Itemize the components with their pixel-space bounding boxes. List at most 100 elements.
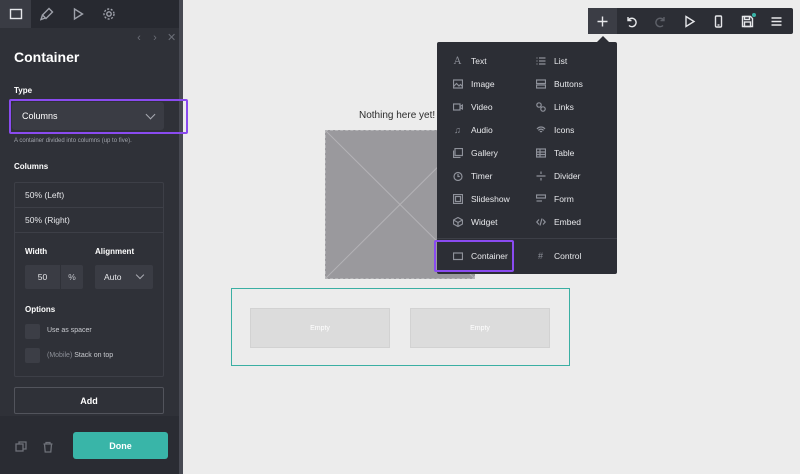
- empty-column-left[interactable]: Empty: [250, 308, 390, 348]
- buttons-icon: [535, 79, 546, 90]
- preview-button[interactable]: [675, 8, 704, 34]
- menu-button[interactable]: [762, 8, 791, 34]
- menu-item-label: Container: [471, 251, 508, 261]
- duplicate-icon[interactable]: [15, 440, 27, 452]
- hash-icon: #: [537, 251, 543, 261]
- image-icon: [452, 79, 463, 90]
- menu-item-widget[interactable]: Widget: [452, 213, 497, 231]
- type-label: Type: [14, 86, 33, 95]
- done-button[interactable]: Done: [73, 432, 168, 459]
- tab-style[interactable]: [31, 0, 62, 28]
- menu-item-label: Buttons: [554, 79, 583, 89]
- menu-item-embed[interactable]: Embed: [535, 213, 581, 231]
- width-label: Width: [25, 247, 48, 256]
- gallery-icon: [452, 148, 463, 159]
- add-column-button[interactable]: Add: [14, 387, 164, 414]
- menu-item-container[interactable]: Container: [452, 247, 508, 265]
- gear-icon: [102, 8, 115, 20]
- undo-button[interactable]: [617, 8, 646, 34]
- column-item-left[interactable]: 50% (Left): [15, 183, 163, 208]
- menu-item-audio[interactable]: ♫ Audio: [452, 121, 493, 139]
- embed-icon: [535, 217, 546, 228]
- trash-icon[interactable]: [42, 440, 54, 453]
- menu-item-label: Links: [554, 102, 574, 112]
- options-label: Options: [25, 305, 56, 314]
- menu-item-gallery[interactable]: Gallery: [452, 144, 498, 162]
- menu-item-list[interactable]: List: [535, 52, 567, 70]
- text-icon: A: [453, 55, 462, 67]
- stack-label-text: Stack on top: [74, 352, 114, 359]
- menu-item-buttons[interactable]: Buttons: [535, 75, 583, 93]
- tab-settings[interactable]: [93, 0, 124, 28]
- menu-item-form[interactable]: Form: [535, 190, 574, 208]
- empty-column-right[interactable]: Empty: [410, 308, 550, 348]
- next-icon[interactable]: ›: [151, 33, 159, 44]
- menu-item-label: Divider: [554, 171, 581, 181]
- form-icon: [535, 194, 546, 205]
- list-icon: [535, 56, 546, 67]
- chevron-down-icon: [135, 270, 145, 280]
- width-unit[interactable]: %: [60, 265, 83, 289]
- audio-icon: ♫: [454, 125, 461, 135]
- menu-item-label: Control: [554, 251, 582, 261]
- stack-label: (Mobile) Stack on top: [47, 352, 113, 359]
- menu-item-label: Embed: [554, 217, 581, 227]
- video-icon: [452, 102, 463, 113]
- menu-item-label: Image: [471, 79, 495, 89]
- spacer-checkbox[interactable]: [25, 324, 40, 339]
- alignment-select[interactable]: Auto: [95, 265, 153, 289]
- menu-item-label: Timer: [471, 171, 493, 181]
- column-item-right[interactable]: 50% (Right): [15, 208, 163, 233]
- container-icon: [452, 251, 463, 262]
- menu-item-icons[interactable]: Icons: [535, 121, 574, 139]
- table-icon: [535, 148, 546, 159]
- preview-icon: [685, 14, 696, 28]
- menu-item-table[interactable]: Table: [535, 144, 574, 162]
- empty-page-message: Nothing here yet! :: [359, 110, 441, 121]
- add-element-button[interactable]: [588, 8, 617, 34]
- brush-icon: [39, 7, 53, 21]
- menu-item-divider[interactable]: Divider: [535, 167, 580, 185]
- mobile-icon: [714, 14, 723, 28]
- stack-checkbox[interactable]: [25, 348, 40, 363]
- close-icon[interactable]: ✕: [167, 33, 176, 44]
- menu-item-label: Form: [554, 194, 574, 204]
- menu-item-label: Gallery: [471, 148, 498, 158]
- tab-preview[interactable]: [62, 0, 93, 28]
- alignment-label: Alignment: [95, 247, 135, 256]
- menu-item-label: Slideshow: [471, 194, 510, 204]
- sidebar-tabs: [0, 0, 179, 28]
- columns-label: Columns: [14, 162, 49, 171]
- menu-divider: [437, 238, 617, 239]
- tab-layout[interactable]: [0, 0, 31, 28]
- prev-icon[interactable]: ‹: [135, 33, 143, 44]
- layout-icon: [9, 8, 22, 20]
- menu-item-text[interactable]: A Text: [452, 52, 487, 70]
- add-element-menu: A Text Image Video ♫ Audio Gallery Timer…: [437, 42, 617, 274]
- width-field[interactable]: 50 %: [25, 265, 83, 289]
- menu-item-label: Audio: [471, 125, 493, 135]
- undo-icon: [627, 16, 637, 27]
- mobile-view-button[interactable]: [704, 8, 733, 34]
- save-button[interactable]: [733, 8, 762, 34]
- unsaved-indicator: [752, 13, 756, 17]
- type-select[interactable]: Columns: [12, 102, 164, 130]
- menu-item-label: Text: [471, 56, 487, 66]
- menu-item-links[interactable]: Links: [535, 98, 574, 116]
- redo-button[interactable]: [646, 8, 675, 34]
- menu-item-image[interactable]: Image: [452, 75, 495, 93]
- menu-item-timer[interactable]: Timer: [452, 167, 492, 185]
- menu-item-label: Video: [471, 102, 493, 112]
- columns-container[interactable]: Empty Empty: [231, 288, 570, 366]
- sidebar-scrollbar[interactable]: [179, 0, 183, 474]
- menu-item-label: List: [554, 56, 568, 66]
- menu-item-video[interactable]: Video: [452, 98, 493, 116]
- menu-item-control[interactable]: # Control: [535, 247, 581, 265]
- spacer-label: Use as spacer: [47, 327, 92, 334]
- menu-icon: [771, 16, 782, 26]
- width-value[interactable]: 50: [25, 265, 60, 289]
- menu-item-slideshow[interactable]: Slideshow: [452, 190, 510, 208]
- panel-nav: ‹ › ✕: [135, 33, 176, 44]
- editor-sidebar: ‹ › ✕ Container Type Columns A container…: [0, 0, 183, 474]
- icons-icon: [535, 125, 546, 136]
